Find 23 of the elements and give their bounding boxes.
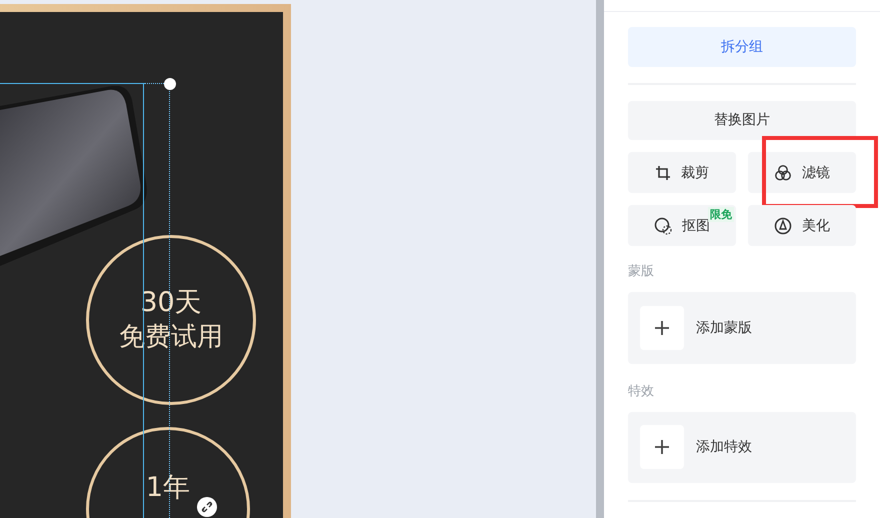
split-group-button[interactable]: 拆分组: [628, 26, 856, 67]
tool-button[interactable]: 裁剪: [628, 152, 736, 194]
plus-icon: [655, 440, 669, 454]
free-tag: 限免: [708, 207, 734, 222]
replace-image-button[interactable]: 替换图片: [628, 100, 856, 140]
tool-button[interactable]: 美化: [748, 205, 856, 246]
plus-icon: [655, 320, 669, 335]
crop-icon: [655, 164, 671, 181]
add-button[interactable]: [640, 306, 684, 350]
add-card[interactable]: 添加特效: [628, 412, 856, 484]
cutout-icon: [654, 216, 672, 235]
tool-button[interactable]: 滤镜: [748, 152, 856, 194]
add-label: 添加蒙版: [696, 318, 752, 337]
unlink-icon[interactable]: [197, 497, 217, 517]
add-card[interactable]: 添加蒙版: [628, 292, 856, 364]
add-label: 添加特效: [696, 438, 752, 456]
section-title: 特效: [628, 384, 655, 400]
pen-nib-icon: [774, 216, 792, 235]
tool-button[interactable]: 抠图 限免: [628, 205, 736, 246]
add-button[interactable]: [640, 425, 684, 470]
section-title: 蒙版: [628, 264, 655, 280]
filter-icon: [774, 164, 792, 182]
badge-text: 1年: [146, 472, 190, 504]
